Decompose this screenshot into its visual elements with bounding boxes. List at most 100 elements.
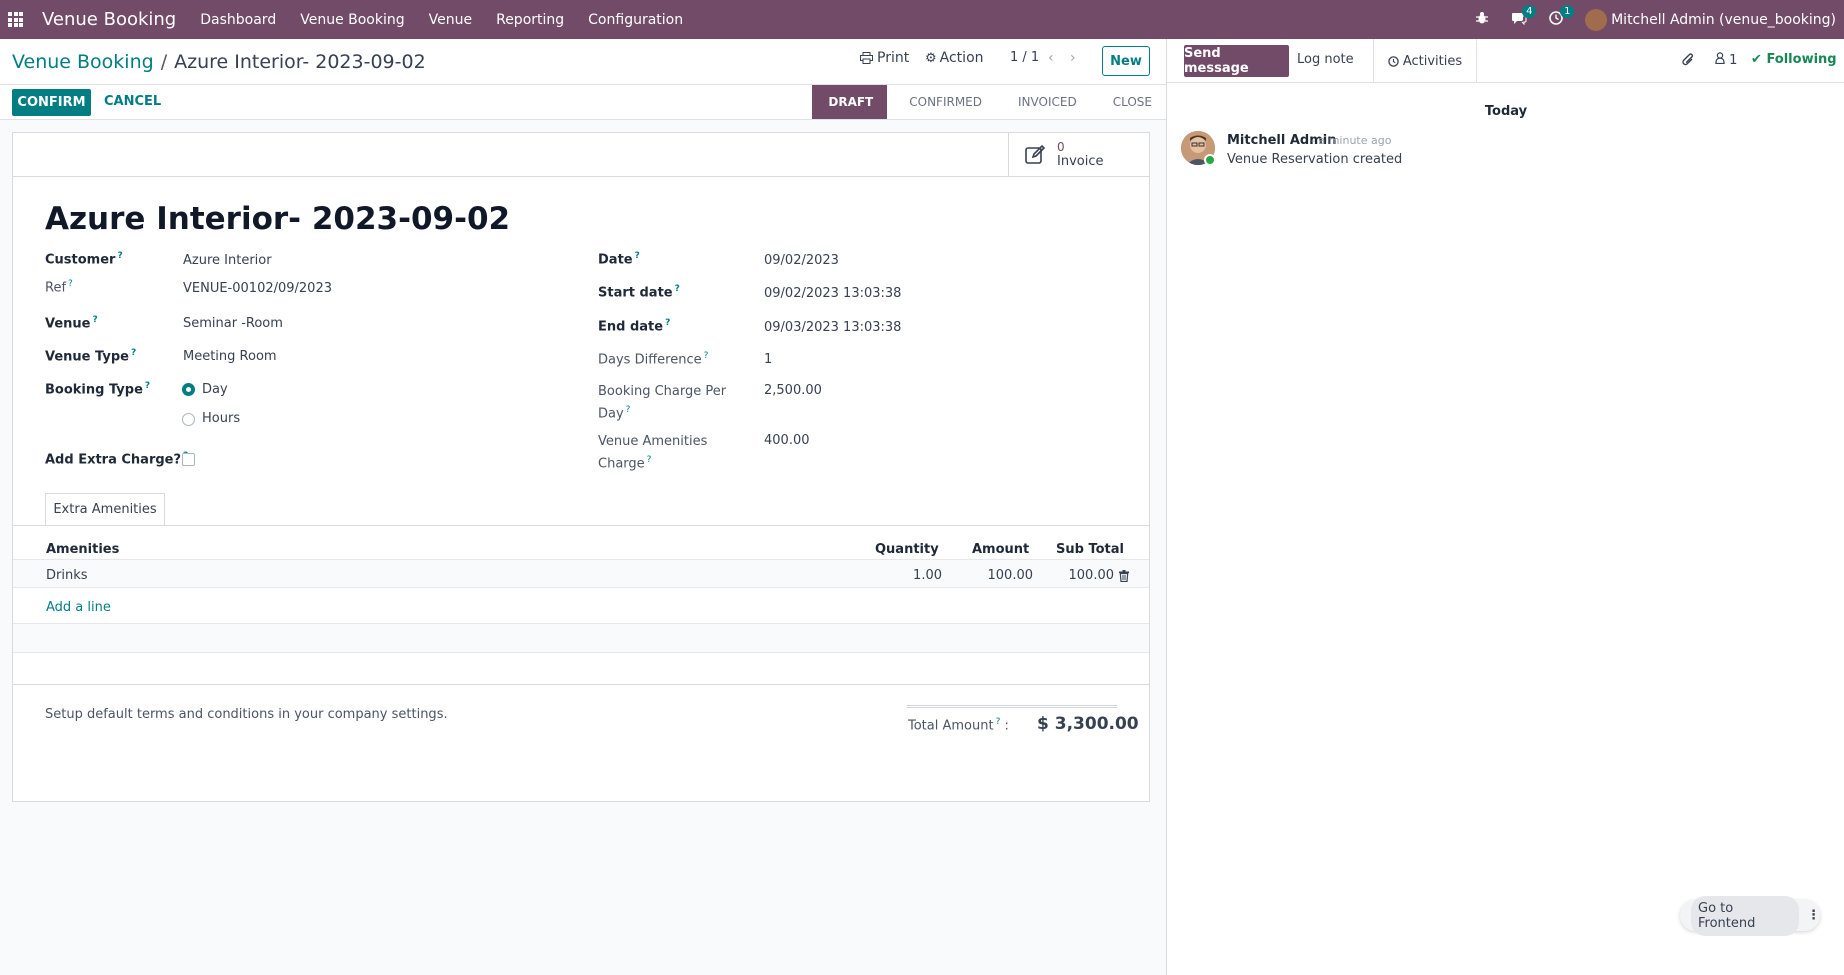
following-button[interactable]: ✔ Following	[1751, 52, 1837, 67]
clock-icon	[1388, 55, 1399, 67]
booking-type-day-radio[interactable]	[182, 383, 195, 396]
col-amenities[interactable]: Amenities	[46, 542, 119, 557]
date-label: Date?	[598, 251, 640, 268]
debug-bug-icon[interactable]	[1475, 11, 1489, 29]
go-to-frontend-widget: Go to Frontend ⋮	[1680, 895, 1820, 936]
terms-note: Setup default terms and conditions in yo…	[45, 707, 448, 722]
ref-field[interactable]: VENUE-00102/09/2023	[183, 281, 332, 296]
venue-field[interactable]: Seminar -Room	[183, 316, 283, 331]
venue-label: Venue?	[45, 315, 98, 332]
invoice-label: Invoice	[1057, 154, 1104, 169]
menu-reporting[interactable]: Reporting	[496, 12, 564, 28]
menu-dashboard[interactable]: Dashboard	[200, 12, 276, 28]
total-separator	[907, 705, 1117, 708]
end-date-field[interactable]: 09/03/2023 13:03:38	[764, 320, 901, 335]
form-sheet: 0 Invoice Azure Interior- 2023-09-02 Cus…	[12, 132, 1150, 802]
print-label: Print	[877, 50, 910, 66]
go-to-frontend-button[interactable]: Go to Frontend	[1691, 895, 1799, 936]
add-line-link[interactable]: Add a line	[46, 600, 111, 615]
amenities-charge-label: Venue Amenities Charge?	[598, 434, 708, 472]
followers-count: 1	[1729, 53, 1738, 68]
pager-previous-icon[interactable]: ‹	[1048, 50, 1054, 66]
booking-type-hours-radio[interactable]	[182, 413, 195, 426]
apps-menu-icon[interactable]	[8, 12, 23, 27]
pencil-square-icon	[1025, 144, 1047, 166]
col-quantity[interactable]: Quantity	[875, 542, 939, 557]
status-bar: DRAFT CONFIRMED INVOICED CLOSE	[812, 85, 1166, 119]
customer-label: Customer?	[45, 251, 123, 268]
menu-venue-booking[interactable]: Venue Booking	[300, 12, 404, 28]
trash-icon[interactable]	[1119, 570, 1129, 582]
log-note-button[interactable]: Log note	[1297, 52, 1354, 67]
message-time: - a minute ago	[1311, 134, 1392, 147]
subtotal-cell: 100.00	[1068, 568, 1115, 583]
paperclip-icon[interactable]	[1681, 52, 1695, 72]
pager-value[interactable]: 1 / 1	[1010, 50, 1039, 65]
stage-confirmed[interactable]: CONFIRMED	[887, 85, 996, 119]
control-panel: Venue Booking / Azure Interior- 2023-09-02…	[0, 39, 1166, 120]
total-amount-label: Total Amount? :	[908, 717, 1009, 734]
messages-badge: 4	[1522, 4, 1537, 18]
activities-clock-icon[interactable]: 1	[1549, 4, 1575, 29]
activities-label: Activities	[1402, 53, 1463, 69]
stage-invoiced[interactable]: INVOICED	[996, 85, 1091, 119]
stage-draft[interactable]: DRAFT	[812, 85, 888, 119]
print-icon	[860, 52, 873, 64]
user-avatar[interactable]	[1585, 8, 1608, 31]
activities-button[interactable]: Activities	[1373, 39, 1477, 83]
start-date-field[interactable]: 09/02/2023 13:03:38	[764, 286, 901, 301]
amenities-charge-field[interactable]: 400.00	[764, 433, 810, 448]
tab-divider	[13, 525, 1149, 526]
date-field[interactable]: 09/02/2023	[764, 253, 839, 268]
main-navbar: Venue Booking Dashboard Venue Booking Ve…	[0, 0, 1844, 39]
invoice-smart-button[interactable]: 0 Invoice	[1008, 133, 1149, 177]
cancel-button[interactable]: CANCEL	[104, 94, 161, 109]
online-status-dot	[1204, 154, 1216, 166]
days-difference-field[interactable]: 1	[764, 352, 772, 367]
print-button[interactable]: Print	[860, 50, 909, 66]
breadcrumb: Venue Booking / Azure Interior- 2023-09-02	[12, 51, 426, 73]
confirm-button[interactable]: CONFIRM	[12, 89, 91, 116]
send-message-button[interactable]: Send message	[1184, 45, 1289, 77]
table-bottom-divider	[13, 684, 1149, 685]
start-date-label: Start date?	[598, 284, 680, 301]
customer-field[interactable]: Azure Interior	[183, 253, 272, 268]
action-button[interactable]: ⚙ Action	[925, 50, 984, 66]
button-box: 0 Invoice	[13, 133, 1149, 177]
tab-extra-amenities[interactable]: Extra Amenities	[45, 493, 165, 526]
app-brand[interactable]: Venue Booking	[42, 9, 176, 30]
new-button[interactable]: New	[1102, 46, 1150, 76]
date-separator: Today	[1484, 104, 1528, 119]
days-difference-label: Days Difference?	[598, 351, 709, 368]
col-subtotal[interactable]: Sub Total	[1056, 542, 1124, 557]
row-divider	[13, 652, 1149, 653]
col-amount[interactable]: Amount	[972, 542, 1029, 557]
followers-button[interactable]: 1	[1715, 52, 1737, 68]
booking-charge-label: Booking Charge Per Day?	[598, 384, 727, 422]
breadcrumb-current: Azure Interior- 2023-09-02	[174, 51, 426, 73]
messages-icon[interactable]: 4	[1511, 4, 1537, 29]
ref-label: Ref?	[45, 279, 73, 296]
activities-badge: 1	[1560, 4, 1575, 18]
breadcrumb-parent[interactable]: Venue Booking	[12, 51, 154, 73]
menu-venue[interactable]: Venue	[429, 12, 472, 28]
booking-type-label: Booking Type?	[45, 381, 151, 398]
menu-configuration[interactable]: Configuration	[588, 12, 683, 28]
amount-cell[interactable]: 100.00	[963, 568, 1034, 583]
chatter-topbar: Send message Log note Activities 1 ✔ Fol…	[1167, 39, 1844, 83]
invoice-count: 0	[1057, 140, 1065, 154]
check-icon: ✔	[1751, 52, 1762, 67]
pager-next-icon[interactable]: ›	[1070, 50, 1076, 66]
venue-type-field[interactable]: Meeting Room	[183, 349, 277, 364]
more-options-icon[interactable]: ⋮	[1807, 908, 1820, 923]
following-label: Following	[1766, 52, 1837, 67]
user-menu[interactable]: Mitchell Admin (venue_booking)	[1611, 12, 1836, 28]
amenity-cell[interactable]: Drinks	[46, 568, 88, 583]
quantity-cell[interactable]: 1.00	[872, 568, 942, 583]
record-title: Azure Interior- 2023-09-02	[45, 201, 511, 237]
booking-charge-field[interactable]: 2,500.00	[764, 383, 822, 398]
stage-close[interactable]: CLOSE	[1091, 85, 1166, 119]
extra-charge-checkbox[interactable]	[182, 453, 195, 466]
user-icon	[1715, 52, 1725, 65]
end-date-label: End date?	[598, 318, 671, 335]
